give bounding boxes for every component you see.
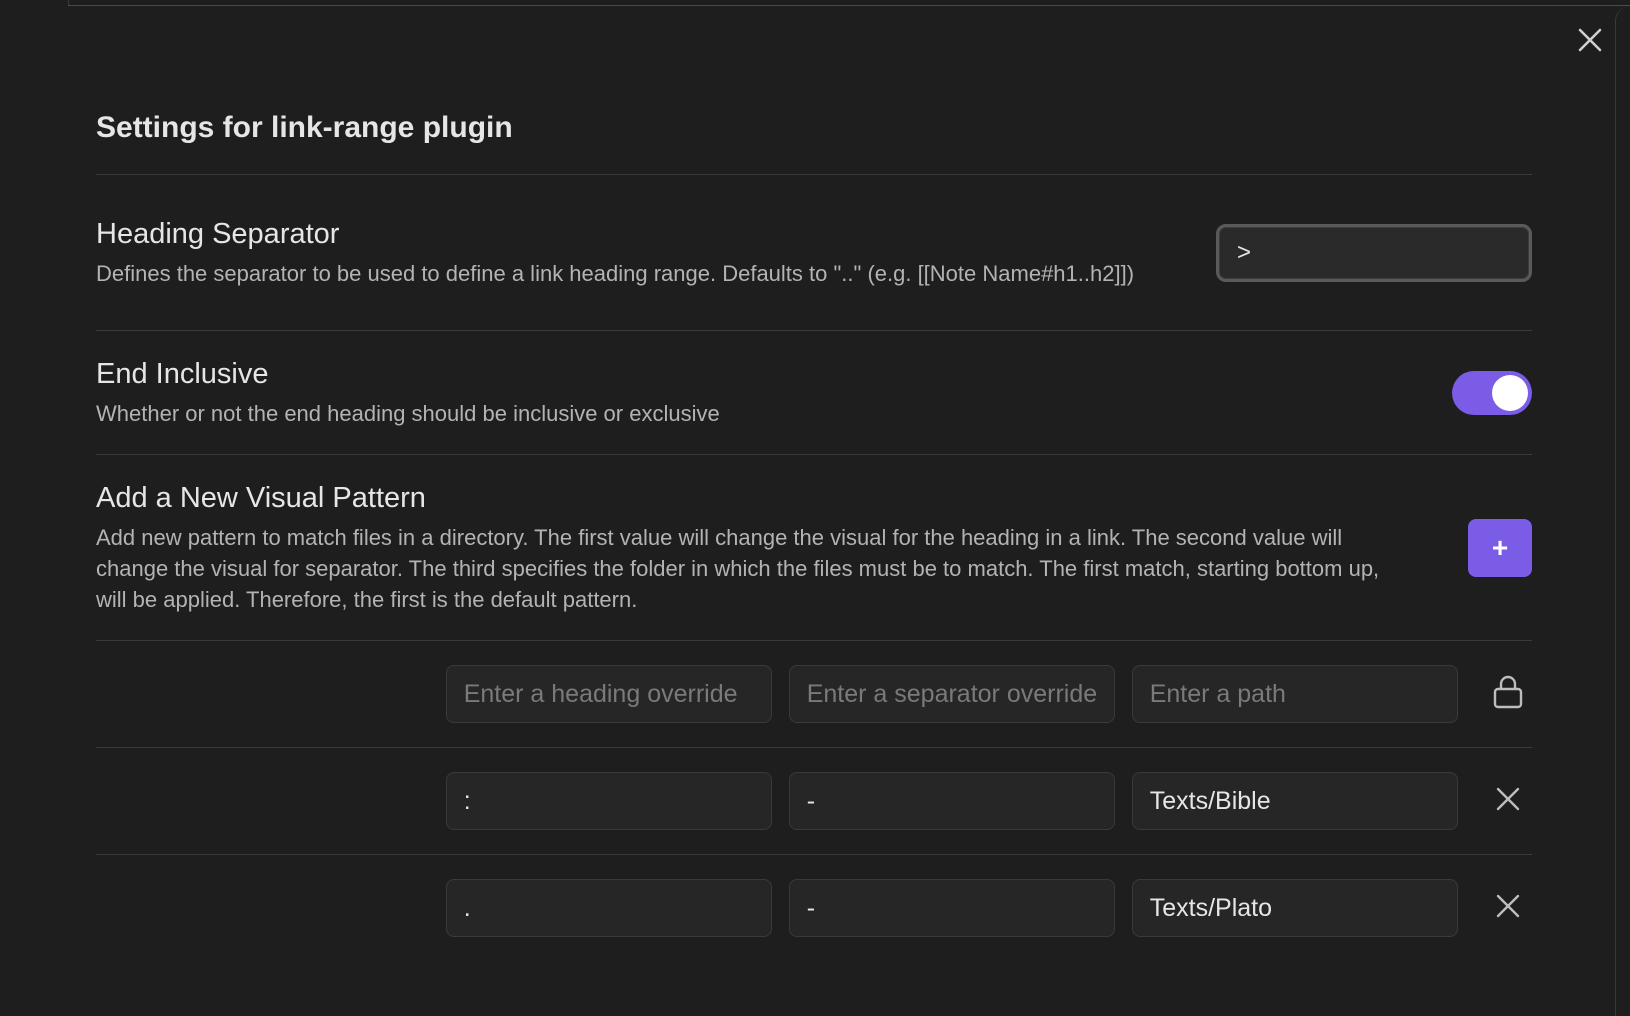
heading-override-input[interactable] xyxy=(445,665,772,723)
close-icon xyxy=(1495,893,1521,924)
setting-name: Add a New Visual Pattern xyxy=(96,482,426,514)
top-strip-left xyxy=(0,0,69,5)
lock-icon xyxy=(1492,675,1524,714)
separator-override-input[interactable] xyxy=(788,665,1115,723)
separator-override-input[interactable] xyxy=(788,772,1115,830)
setting-end-inclusive: End Inclusive Whether or not the end hea… xyxy=(96,331,1532,454)
setting-info: End Inclusive Whether or not the end hea… xyxy=(96,356,1452,429)
heading-separator-input[interactable] xyxy=(1216,223,1532,282)
remove-pattern-button[interactable] xyxy=(1485,884,1532,932)
setting-info: Add a New Visual Pattern Add new pattern… xyxy=(96,480,1468,615)
settings-modal: Settings for link-range plugin Heading S… xyxy=(0,0,1630,1016)
modal-edge xyxy=(1615,6,1630,1016)
path-input[interactable] xyxy=(1131,665,1458,723)
end-inclusive-toggle[interactable] xyxy=(1452,370,1532,415)
setting-name: End Inclusive xyxy=(96,358,269,390)
pattern-row xyxy=(96,855,1532,961)
remove-pattern-button[interactable] xyxy=(1485,777,1532,825)
close-icon xyxy=(1577,27,1603,58)
pattern-row xyxy=(96,748,1532,854)
close-icon xyxy=(1495,786,1521,817)
path-input[interactable] xyxy=(1131,772,1458,830)
page-title: Settings for link-range plugin xyxy=(96,111,513,144)
path-input[interactable] xyxy=(1131,879,1458,937)
toggle-knob xyxy=(1492,374,1528,411)
add-pattern-button[interactable]: + xyxy=(1468,518,1532,577)
lock-button[interactable] xyxy=(1485,670,1532,718)
setting-add-pattern: Add a New Visual Pattern Add new pattern… xyxy=(96,455,1532,640)
heading-override-input[interactable] xyxy=(445,772,772,830)
setting-description: Whether or not the end heading should be… xyxy=(96,401,720,426)
heading-override-input[interactable] xyxy=(445,879,772,937)
setting-heading-separator: Heading Separator Defines the separator … xyxy=(96,175,1532,330)
separator-override-input[interactable] xyxy=(788,879,1115,937)
close-modal-button[interactable] xyxy=(1572,24,1608,60)
setting-name: Heading Separator xyxy=(96,218,340,250)
setting-info: Heading Separator Defines the separator … xyxy=(96,216,1216,289)
top-strip xyxy=(68,0,1630,6)
settings-content: Settings for link-range plugin Heading S… xyxy=(96,96,1532,961)
setting-description: Defines the separator to be used to defi… xyxy=(96,261,1135,286)
setting-description: Add new pattern to match files in a dire… xyxy=(96,525,1380,612)
pattern-row-default xyxy=(96,641,1532,747)
